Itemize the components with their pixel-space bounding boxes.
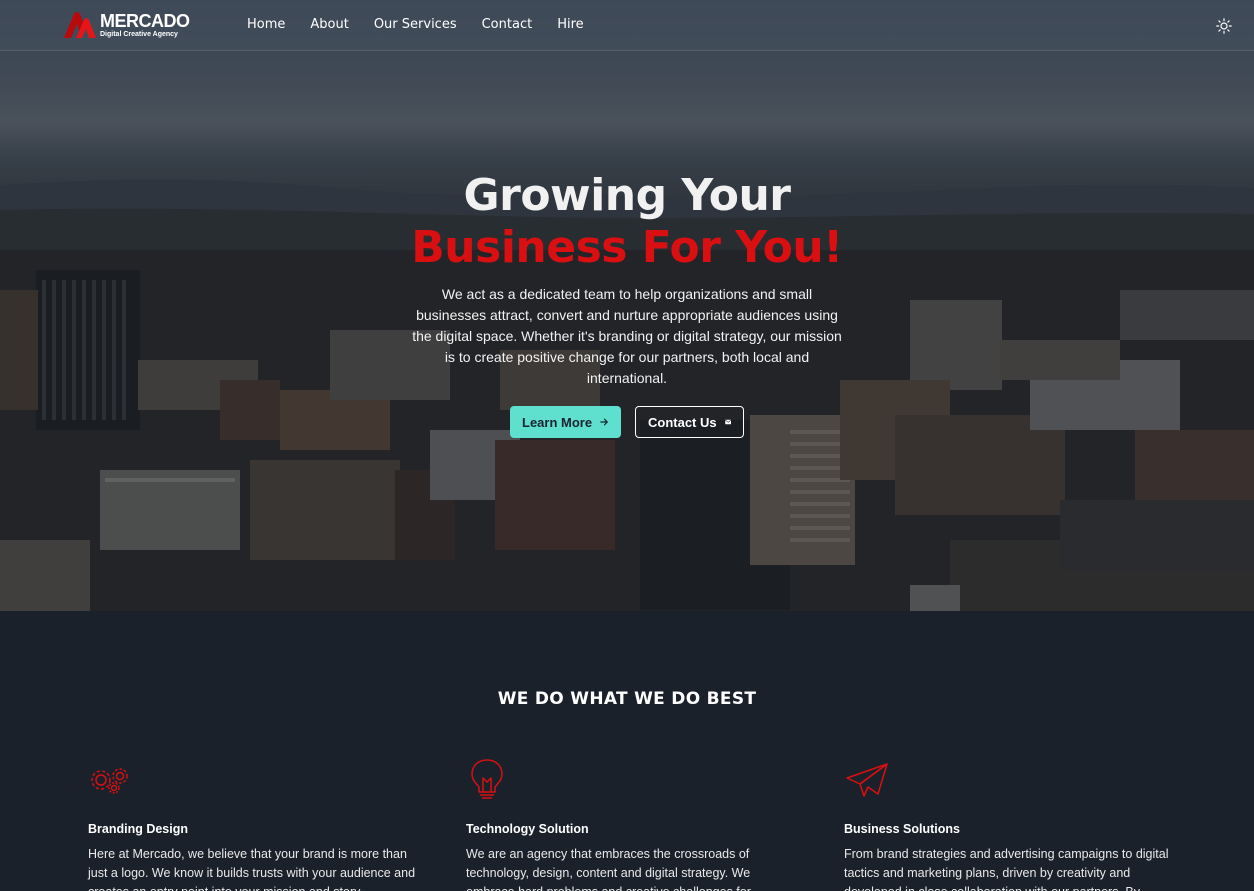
envelope-icon (724, 419, 731, 425)
nav-link-hire[interactable]: Hire (557, 17, 583, 32)
service-text-branding: Here at Mercado, we believe that your br… (88, 847, 416, 891)
nav-links: Home About Our Services Contact Hire (247, 17, 609, 32)
brand-name: MERCADO (100, 11, 190, 31)
service-card-branding: Branding Design Here at Mercado, we beli… (88, 756, 428, 891)
nav-link-home[interactable]: Home (247, 17, 285, 32)
services-title: WE DO WHAT WE DO BEST (497, 689, 757, 709)
service-title-technology: Technology Solution (466, 822, 589, 836)
hero-section: MERCADO Digital Creative Agency Home Abo… (0, 0, 1254, 611)
sun-icon[interactable] (1216, 18, 1232, 34)
learn-more-label: Learn More (522, 414, 593, 430)
nav-link-contact[interactable]: Contact (482, 17, 533, 32)
nav-link-about[interactable]: About (310, 17, 348, 32)
services-section: WE DO WHAT WE DO BEST Branding Design He… (0, 611, 1254, 891)
hero-description: We act as a dedicated team to help organ… (412, 286, 842, 386)
paper-plane-icon (846, 763, 888, 797)
gears-icon (91, 768, 128, 794)
mercado-logo-mark-icon (64, 12, 96, 38)
contact-us-label: Contact Us (648, 414, 717, 430)
service-title-branding: Branding Design (88, 822, 189, 836)
service-card-technology: Technology Solution We are an agency tha… (466, 756, 806, 891)
brand-logo[interactable]: MERCADO Digital Creative Agency (62, 10, 190, 40)
service-card-business: Business Solutions From brand strategies… (844, 756, 1184, 891)
top-navbar: MERCADO Digital Creative Agency Home Abo… (0, 0, 1254, 51)
hero-title: Growing Your Business For You! (0, 170, 1254, 274)
arrow-right-icon (600, 418, 608, 426)
hero-title-line2: Business For You! (411, 222, 843, 273)
hero-title-line1: Growing Your (463, 170, 792, 221)
contact-us-button[interactable]: Contact Us (635, 406, 744, 438)
service-title-business: Business Solutions (844, 822, 960, 836)
nav-link-our-services[interactable]: Our Services (374, 17, 457, 32)
learn-more-button[interactable]: Learn More (510, 406, 621, 438)
service-text-technology: We are an agency that embraces the cross… (466, 847, 751, 891)
lightbulb-icon (471, 759, 503, 799)
hero-buttons: Learn More Contact Us (510, 406, 744, 438)
brand-tagline: Digital Creative Agency (100, 31, 178, 38)
service-text-business: From brand strategies and advertising ca… (844, 847, 1169, 891)
